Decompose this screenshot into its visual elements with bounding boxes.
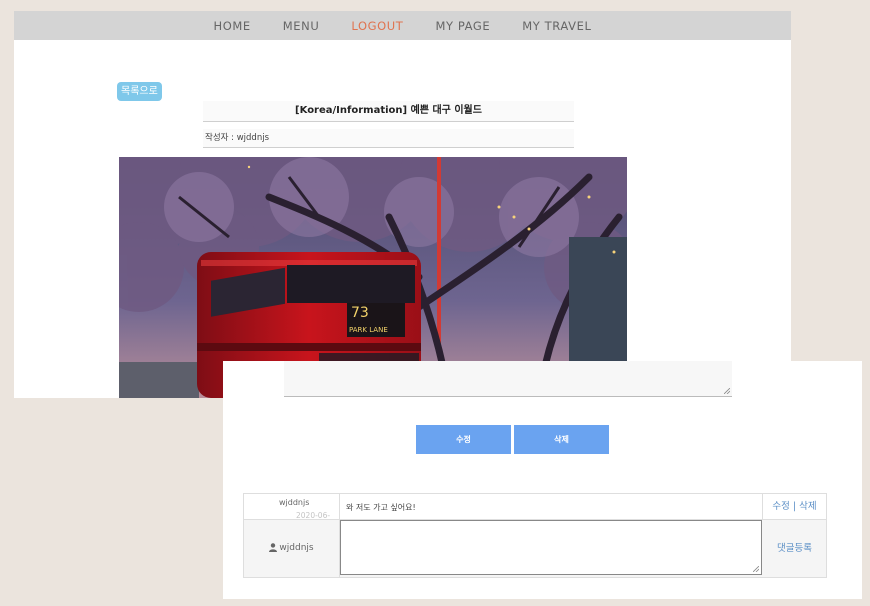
bus-number: 73 bbox=[351, 305, 369, 321]
new-comment-user-cell: wjddnjs bbox=[244, 520, 340, 577]
nav-logout[interactable]: LOGOUT bbox=[351, 19, 403, 33]
comment-delete-link[interactable]: 삭제 bbox=[799, 501, 816, 512]
comment-edit-link[interactable]: 수정 bbox=[772, 501, 789, 512]
delete-post-button[interactable]: 삭제 bbox=[514, 425, 609, 454]
post-panel: HOME MENU LOGOUT MY PAGE MY TRAVEL 목록으로 … bbox=[14, 11, 791, 398]
post-author: 작성자 : wjddnjs bbox=[203, 129, 574, 148]
submit-comment-button[interactable]: 댓글등록 bbox=[763, 520, 826, 577]
post-title: [Korea/Information] 예쁜 대구 이월드 bbox=[203, 101, 574, 122]
top-navbar: HOME MENU LOGOUT MY PAGE MY TRAVEL bbox=[14, 11, 791, 40]
back-to-list-button[interactable]: 목록으로 bbox=[117, 82, 162, 101]
comments-table: wjddnjs 2020-06-27 와 저도 가고 싶어요! 수정 | 삭제 … bbox=[243, 493, 827, 578]
bus-sign: PARK LANE bbox=[349, 326, 388, 334]
comment-panel: 수정 삭제 wjddnjs 2020-06-27 와 저도 가고 싶어요! 수정… bbox=[223, 361, 862, 599]
nav-home[interactable]: HOME bbox=[213, 19, 250, 33]
comment-text: 와 저도 가고 싶어요! bbox=[340, 494, 763, 520]
new-comment-username: wjddnjs bbox=[279, 543, 314, 553]
content-textarea[interactable] bbox=[284, 361, 732, 397]
resize-grip-icon[interactable] bbox=[753, 566, 759, 572]
comment-username: wjddnjs bbox=[279, 498, 310, 507]
user-icon bbox=[269, 543, 278, 552]
comment-actions: 수정 | 삭제 bbox=[763, 494, 826, 520]
resize-grip-icon[interactable] bbox=[724, 388, 730, 394]
comment-user-cell: wjddnjs 2020-06-27 bbox=[244, 494, 340, 529]
comment-action-separator: | bbox=[792, 501, 797, 512]
new-comment-cell bbox=[340, 520, 763, 577]
nav-menu[interactable]: MENU bbox=[283, 19, 320, 33]
nav-my-page[interactable]: MY PAGE bbox=[435, 19, 490, 33]
edit-post-button[interactable]: 수정 bbox=[416, 425, 511, 454]
new-comment-textarea[interactable] bbox=[340, 520, 762, 575]
nav-my-travel[interactable]: MY TRAVEL bbox=[522, 19, 591, 33]
